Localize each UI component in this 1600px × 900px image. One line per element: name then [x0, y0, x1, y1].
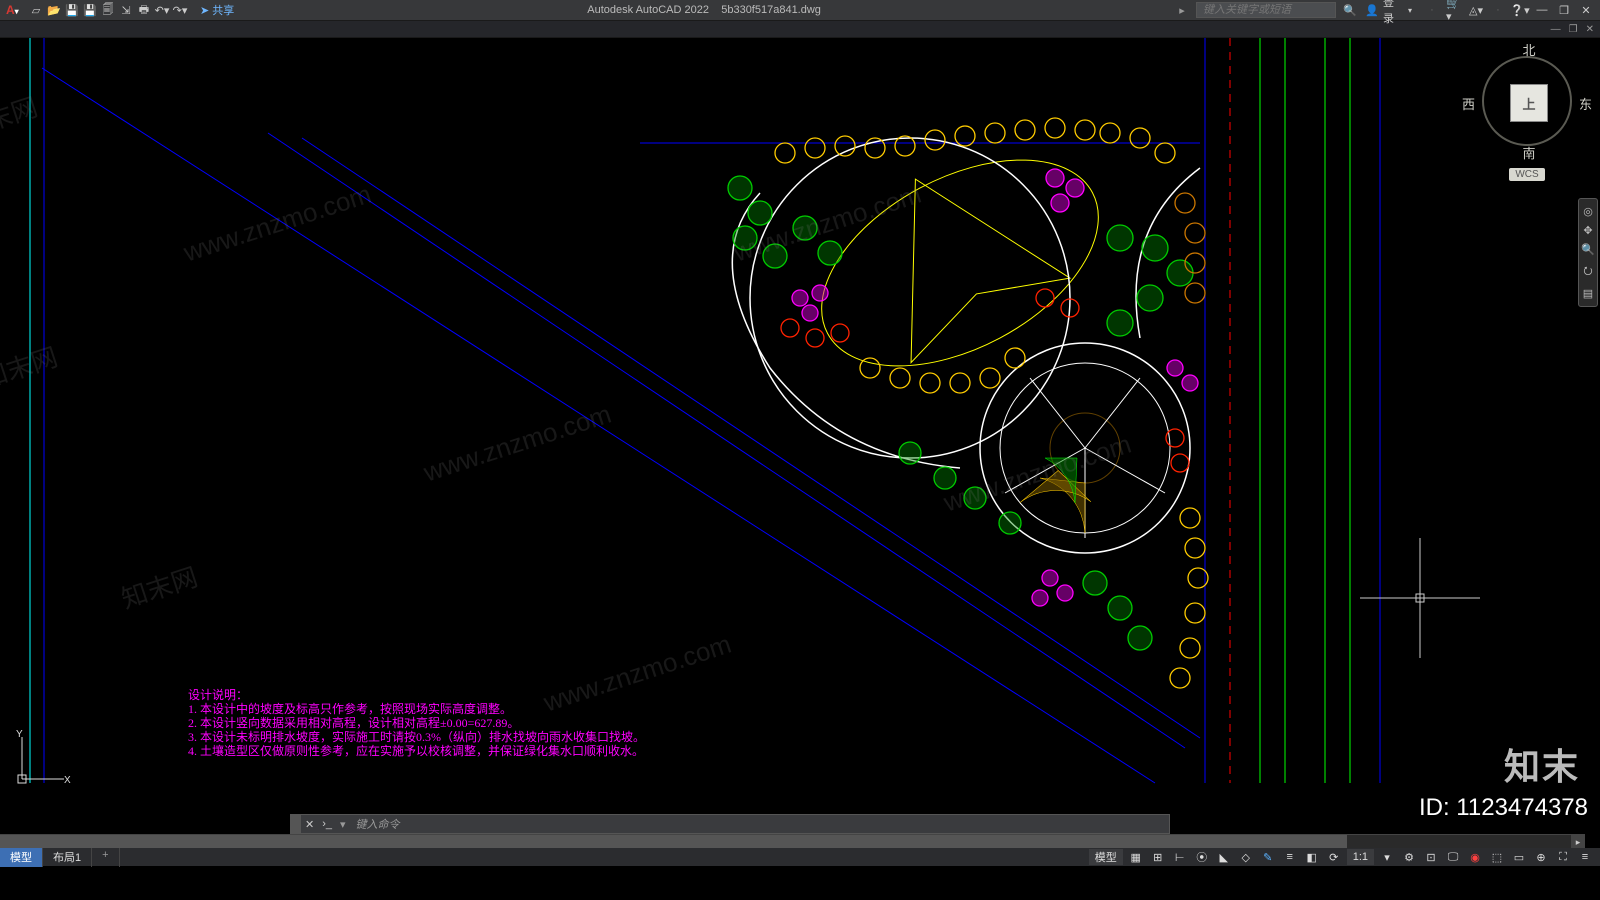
polar-icon[interactable]: ⦿	[1193, 849, 1211, 865]
viewcube-ring[interactable]: 北 南 西 东 上	[1482, 56, 1572, 146]
annoscale-icon[interactable]: ▾	[1378, 849, 1396, 865]
cleanscreen-icon[interactable]: ▭	[1510, 849, 1528, 865]
open-icon[interactable]: 📂	[46, 2, 62, 18]
crosshair-cursor	[1360, 538, 1480, 658]
doc-restore-icon[interactable]: ❐	[1569, 24, 1578, 35]
layout-tabs: 模型 布局1 +	[0, 847, 120, 867]
doc-close-icon[interactable]: ✕	[1586, 24, 1594, 35]
custom-icon[interactable]: ⊕	[1532, 849, 1550, 865]
doc-minimize-icon[interactable]: —	[1551, 24, 1561, 35]
search-input[interactable]	[1196, 2, 1336, 18]
transparency-icon[interactable]: ◧	[1303, 849, 1321, 865]
pan-icon[interactable]: ✥	[1583, 224, 1592, 237]
brand-watermark: 知末	[1504, 738, 1580, 790]
ortho-icon[interactable]: ⊢	[1171, 849, 1189, 865]
share-label: 共享	[212, 2, 234, 18]
isodraft-icon[interactable]: ◣	[1215, 849, 1233, 865]
viewcube-north[interactable]: 北	[1484, 40, 1574, 59]
fullscreen-icon[interactable]: ⛶	[1554, 849, 1572, 865]
titlebar-center: Autodesk AutoCAD 2022 5b330f517a841.dwg	[234, 4, 1174, 16]
saveas-icon[interactable]: 💾	[82, 2, 98, 18]
cmdline-grip-icon[interactable]	[291, 815, 301, 833]
undo-icon[interactable]: ↶▾	[154, 2, 170, 18]
image-id-label: ID: 1123474378	[1419, 794, 1588, 822]
status-right: 模型 ▦ ⊞ ⊢ ⦿ ◣ ◇ ✎ ≡ ◧ ⟳ 1:1 ▾ ⚙ ⊡ 🖵 ◉ ⬚ ▭…	[1089, 849, 1600, 865]
scrollbar-right-arrow-icon[interactable]: ▸	[1571, 835, 1585, 848]
notes-title: 设计说明：	[188, 688, 645, 702]
tab-add[interactable]: +	[92, 847, 119, 867]
login-label: 登录	[1383, 2, 1399, 18]
tab-model[interactable]: 模型	[0, 847, 43, 867]
command-line[interactable]: ✕ ›_ ▾ 键入命令	[290, 814, 1170, 834]
lineweight-icon[interactable]: ≡	[1281, 849, 1299, 865]
status-bar: 模型 布局1 + 模型 ▦ ⊞ ⊢ ⦿ ◣ ◇ ✎ ≡ ◧ ⟳ 1:1 ▾ ⚙ …	[0, 848, 1600, 866]
design-notes: 设计说明： 1. 本设计中的坡度及标高只作参考，按照现场实际高度调整。 2. 本…	[188, 688, 645, 758]
gear-icon[interactable]: ⚙	[1400, 849, 1418, 865]
help-icon[interactable]: ❔▾	[1512, 2, 1528, 18]
cycling-icon[interactable]: ⟳	[1325, 849, 1343, 865]
wcs-label[interactable]: WCS	[1509, 168, 1544, 181]
notes-line-1: 1. 本设计中的坡度及标高只作参考，按照现场实际高度调整。	[188, 702, 645, 716]
orbit-icon[interactable]: ⭮	[1583, 262, 1592, 281]
search-icon[interactable]: 🔍	[1342, 2, 1358, 18]
menu-icon[interactable]: ≡	[1576, 849, 1594, 865]
app-logo-icon[interactable]: A▾	[6, 3, 20, 17]
workspace-icon[interactable]: ⊡	[1422, 849, 1440, 865]
horizontal-scrollbar[interactable]: ▸	[0, 834, 1585, 848]
close-icon[interactable]: ✕	[1578, 2, 1594, 18]
notes-line-2: 2. 本设计竖向数据采用相对高程，设计相对高程±0.00=627.89。	[188, 716, 645, 730]
cmdline-expand-icon[interactable]: ▾	[336, 818, 350, 831]
plot-icon[interactable]: 🗐	[100, 2, 116, 18]
osnap-icon[interactable]: ◇	[1237, 849, 1255, 865]
zoom-icon[interactable]: 🔍	[1581, 243, 1595, 256]
app-title: Autodesk AutoCAD 2022	[587, 4, 709, 16]
minimize-icon[interactable]: —	[1534, 2, 1550, 18]
cmdline-close-icon[interactable]: ✕	[301, 818, 318, 831]
snap-icon[interactable]: ⊞	[1149, 849, 1167, 865]
status-model-label[interactable]: 模型	[1089, 849, 1123, 865]
viewcube-south[interactable]: 南	[1484, 143, 1574, 162]
navigation-bar: ◎ ✥ 🔍 ⭮ ▤	[1578, 198, 1598, 307]
scrollbar-thumb[interactable]	[0, 835, 1347, 848]
cart-icon[interactable]: 🛒▾	[1446, 2, 1462, 18]
annotate-icon[interactable]: ✎	[1259, 849, 1277, 865]
isolate-icon[interactable]: ◉	[1466, 849, 1484, 865]
user-icon: 👤	[1364, 2, 1380, 18]
notes-line-4: 4. 土壤造型区仅做原则性参考，应在实施予以校核调整，并保证绿化集水口顺利收水。	[188, 744, 645, 758]
notes-line-3: 3. 本设计未标明排水坡度，实际施工时请按0.3%（纵向）排水找坡向雨水收集口找…	[188, 730, 645, 744]
save-icon[interactable]: 💾	[64, 2, 80, 18]
cmdline-input[interactable]: 键入命令	[350, 816, 1169, 832]
login-button[interactable]: 👤 登录 ▾	[1364, 2, 1418, 18]
new-icon[interactable]: ▱	[28, 2, 44, 18]
redo-icon[interactable]: ↷▾	[172, 2, 188, 18]
grid-icon[interactable]: ▦	[1127, 849, 1145, 865]
scale-label[interactable]: 1:1	[1347, 849, 1374, 865]
titlebar-right: ▸ 🔍 👤 登录 ▾ · 🛒▾ ◬▾ · ❔▾ — ❐ ✕	[1174, 2, 1594, 18]
cmdline-prompt-icon: ›_	[318, 818, 336, 830]
restore-icon[interactable]: ❐	[1556, 2, 1572, 18]
monitor-icon[interactable]: 🖵	[1444, 849, 1462, 865]
ribbon-strip: — ❐ ✕	[0, 20, 1600, 38]
hardware-icon[interactable]: ⬚	[1488, 849, 1506, 865]
showmotion-icon[interactable]: ▤	[1583, 287, 1593, 300]
viewcube-top-face[interactable]: 上	[1510, 84, 1548, 122]
drawing-canvas[interactable]: 知末网 www.znzmo.com 知末网 www.znzmo.com 知末网 …	[0, 38, 1600, 848]
share-button[interactable]: ➤ 共享	[200, 2, 234, 18]
share-icon: ➤	[200, 4, 209, 17]
steering-wheel-icon[interactable]: ◎	[1583, 205, 1593, 218]
export-icon[interactable]: ⇲	[118, 2, 134, 18]
titlebar-left: A▾ ▱ 📂 💾 💾 🗐 ⇲ 🖶 ↶▾ ↷▾ ➤ 共享	[6, 2, 234, 18]
print-icon[interactable]: 🖶	[136, 2, 152, 18]
tab-layout-1[interactable]: 布局1	[43, 847, 92, 867]
viewcube-west[interactable]: 西	[1462, 94, 1475, 113]
doc-filename: 5b330f517a841.dwg	[721, 4, 821, 16]
viewcube-east[interactable]: 东	[1579, 94, 1592, 113]
apps-icon[interactable]: ◬▾	[1468, 2, 1484, 18]
titlebar: A▾ ▱ 📂 💾 💾 🗐 ⇲ 🖶 ↶▾ ↷▾ ➤ 共享 Autodesk Aut…	[0, 0, 1600, 20]
viewcube[interactable]: 北 南 西 东 上 WCS	[1482, 56, 1572, 181]
chevron-down-icon: ▾	[1402, 2, 1418, 18]
quick-access-toolbar: ▱ 📂 💾 💾 🗐 ⇲ 🖶 ↶▾ ↷▾	[28, 2, 188, 18]
